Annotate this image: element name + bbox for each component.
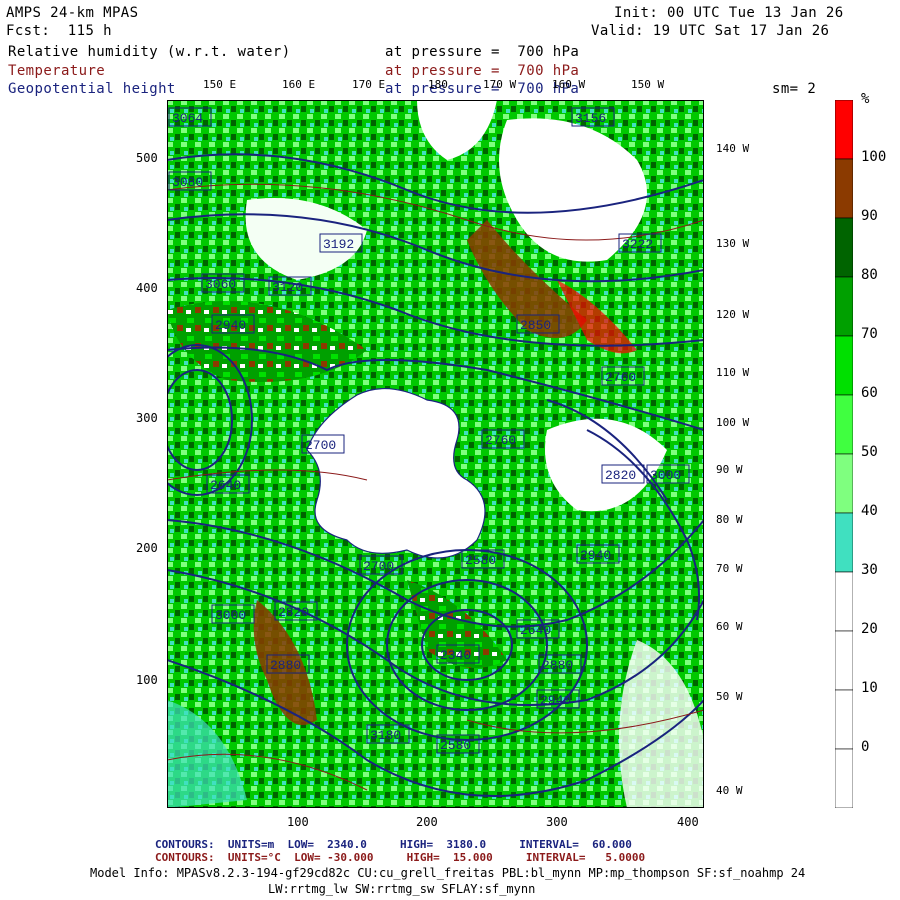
colorbar-segment xyxy=(835,630,853,691)
colorbar-segment xyxy=(835,512,853,573)
lon-label-right: 40 W xyxy=(716,784,743,797)
svg-text:2640: 2640 xyxy=(520,623,551,638)
svg-text:2820: 2820 xyxy=(278,605,309,620)
svg-text:3156: 3156 xyxy=(575,111,606,126)
svg-text:2850: 2850 xyxy=(520,318,551,333)
lon-label-top: 150 E xyxy=(203,78,237,91)
svg-text:3064: 3064 xyxy=(172,111,203,126)
model-info-line1: Model Info: MPASv8.2.3-194-gf29cd82c CU:… xyxy=(90,866,806,880)
colorbar-segment xyxy=(835,100,853,160)
colorbar-tick-label: 60 xyxy=(861,385,878,401)
humidity-map: 3064 3080 3156 3192 3222 3060 3120 2940 … xyxy=(167,100,704,808)
colorbar-unit: % xyxy=(861,91,870,107)
x-tick: 200 xyxy=(416,815,438,829)
colorbar-segment xyxy=(835,158,853,219)
x-tick: 100 xyxy=(287,815,309,829)
colorbar-segment xyxy=(835,394,853,455)
lon-label-right: 50 W xyxy=(716,690,743,703)
lon-label-top: 160 W xyxy=(552,78,586,91)
y-tick: 200 xyxy=(136,541,158,555)
colorbar-segment xyxy=(835,689,853,750)
svg-text:2580: 2580 xyxy=(465,553,496,568)
field-geo-name: Geopotential height xyxy=(8,81,176,97)
colorbar-tick-label: 50 xyxy=(861,444,878,460)
lon-label-right: 60 W xyxy=(716,620,743,633)
field-temp-name: Temperature xyxy=(8,63,106,79)
colorbar-segment xyxy=(835,571,853,632)
forecast-hour: Fcst: 115 h xyxy=(6,23,112,39)
y-tick: 400 xyxy=(136,281,158,295)
model-title: AMPS 24-km MPAS xyxy=(6,5,139,21)
lon-label-right: 120 W xyxy=(716,308,750,321)
svg-text:3222: 3222 xyxy=(622,237,653,252)
colorbar xyxy=(835,100,853,808)
init-time: Init: 00 UTC Tue 13 Jan 26 xyxy=(614,5,844,21)
lon-label-right: 110 W xyxy=(716,366,750,379)
field-rh-level: at pressure = 700 hPa xyxy=(385,44,580,60)
y-tick: 300 xyxy=(136,411,158,425)
colorbar-segment xyxy=(835,217,853,278)
svg-text:2940: 2940 xyxy=(215,318,246,333)
lon-label-top: 180 xyxy=(428,78,448,91)
colorbar-tick-label: 90 xyxy=(861,208,878,224)
x-tick: 400 xyxy=(677,815,699,829)
svg-text:3192: 3192 xyxy=(323,237,354,252)
colorbar-tick-label: 70 xyxy=(861,326,878,342)
svg-text:2640: 2640 xyxy=(210,478,241,493)
lon-label-top: 170 E xyxy=(352,78,386,91)
smoothing-label: sm= 2 xyxy=(772,81,817,97)
colorbar-tick-label: 20 xyxy=(861,621,878,637)
svg-text:2700: 2700 xyxy=(363,559,394,574)
svg-text:3080: 3080 xyxy=(172,175,203,190)
temp-contour-info: CONTOURS: UNITS=°C LOW= -30.000 HIGH= 15… xyxy=(155,851,646,864)
lon-label-right: 70 W xyxy=(716,562,743,575)
colorbar-segment xyxy=(835,453,853,514)
colorbar-tick-label: 40 xyxy=(861,503,878,519)
x-tick: 300 xyxy=(546,815,568,829)
svg-text:2760: 2760 xyxy=(605,370,636,385)
svg-text:3000: 3000 xyxy=(215,608,246,623)
svg-text:2700: 2700 xyxy=(305,438,336,453)
lon-label-right: 80 W xyxy=(716,513,743,526)
y-tick: 100 xyxy=(136,673,158,687)
colorbar-tick-label: 100 xyxy=(861,149,887,165)
svg-text:2940: 2940 xyxy=(540,693,571,708)
svg-text:2580: 2580 xyxy=(440,738,471,753)
model-info-line2: LW:rrtmg_lw SW:rrtmg_sw SFLAY:sf_mynn xyxy=(268,882,536,896)
svg-text:2340: 2340 xyxy=(440,648,471,663)
lon-label-top: 160 E xyxy=(282,78,316,91)
svg-text:2880: 2880 xyxy=(542,658,573,673)
lon-label-right: 140 W xyxy=(716,142,750,155)
lon-label-top: 170 W xyxy=(483,78,517,91)
colorbar-segment xyxy=(835,276,853,337)
svg-text:2940: 2940 xyxy=(580,548,611,563)
svg-text:2820: 2820 xyxy=(605,468,636,483)
svg-text:2760: 2760 xyxy=(485,433,516,448)
svg-text:3180: 3180 xyxy=(370,728,401,743)
colorbar-segment xyxy=(835,335,853,396)
colorbar-tick-label: 0 xyxy=(861,739,870,755)
y-tick: 500 xyxy=(136,151,158,165)
svg-text:3120: 3120 xyxy=(272,280,303,295)
colorbar-tick-label: 30 xyxy=(861,562,878,578)
svg-text:3060: 3060 xyxy=(205,277,236,292)
field-rh-name: Relative humidity (w.r.t. water) xyxy=(8,44,291,60)
valid-time: Valid: 19 UTC Sat 17 Jan 26 xyxy=(591,23,830,39)
colorbar-tick-label: 10 xyxy=(861,680,878,696)
lon-label-top: 150 W xyxy=(631,78,665,91)
svg-text:3000: 3000 xyxy=(650,468,681,483)
lon-label-right: 130 W xyxy=(716,237,750,250)
colorbar-segment xyxy=(835,748,853,808)
svg-text:2880: 2880 xyxy=(270,658,301,673)
lon-label-right: 90 W xyxy=(716,463,743,476)
colorbar-tick-label: 80 xyxy=(861,267,878,283)
height-contour-info: CONTOURS: UNITS=m LOW= 2340.0 HIGH= 3180… xyxy=(155,838,632,851)
lon-label-right: 100 W xyxy=(716,416,750,429)
